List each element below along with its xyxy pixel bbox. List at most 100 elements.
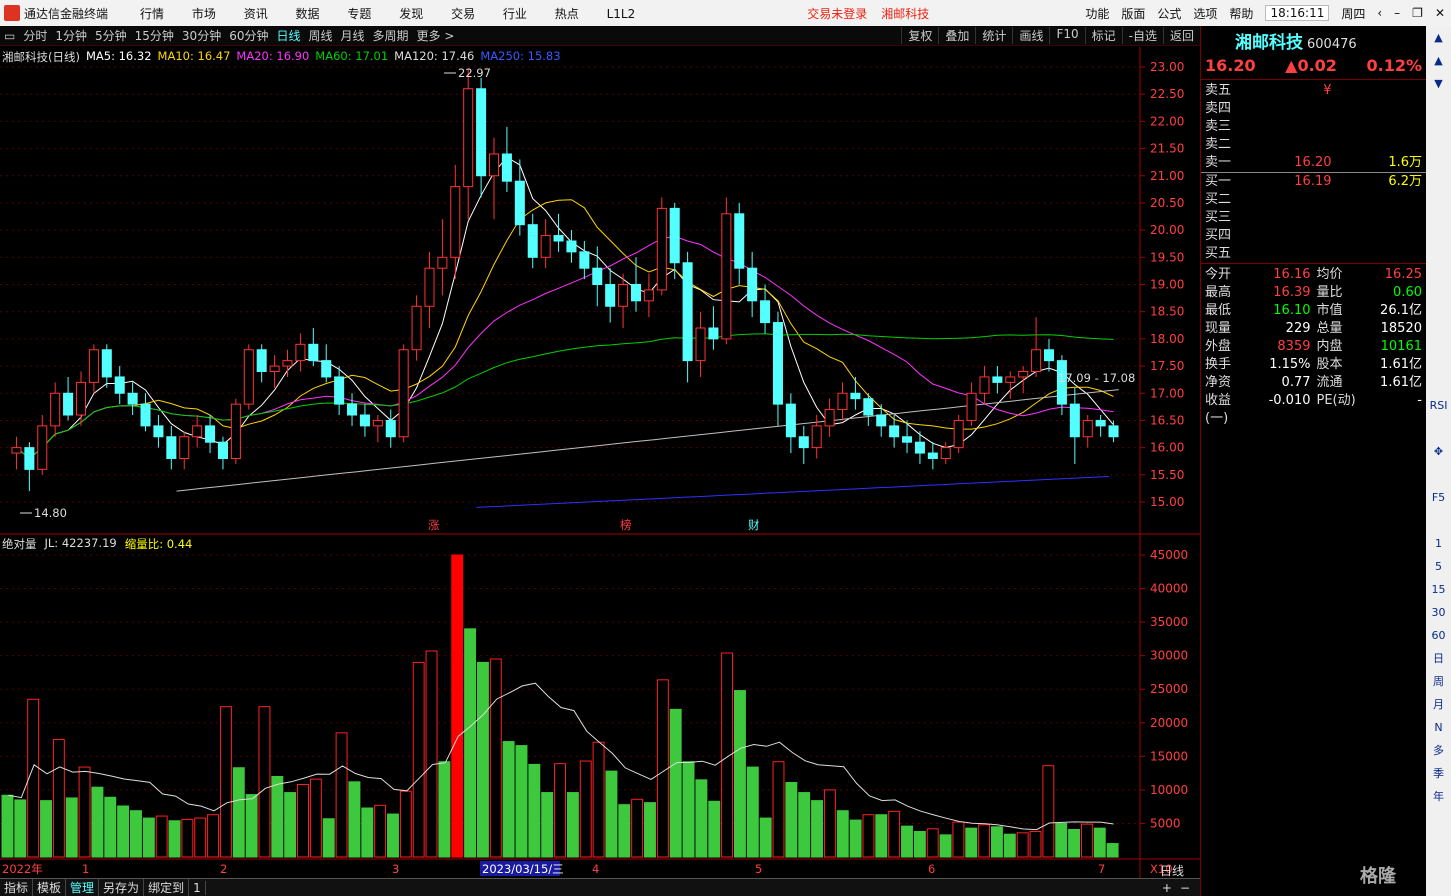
period-tab[interactable]: 30分钟 (182, 29, 221, 43)
period-tab[interactable]: 日线 (276, 29, 300, 43)
quote-cell (1332, 82, 1423, 100)
sidebar-tool-icon[interactable]: 60 (1426, 624, 1451, 647)
candle-body (747, 267, 758, 302)
sidebar-tool-icon[interactable] (1426, 164, 1451, 187)
toolbar-button[interactable]: 复权 (901, 27, 938, 44)
sidebar-tool-icon[interactable]: 季 (1426, 762, 1451, 785)
period-tab[interactable]: 1分钟 (55, 29, 87, 43)
back-arrow-icon[interactable]: ‹ (1377, 6, 1382, 20)
period-tab[interactable]: 60分钟 (229, 29, 268, 43)
menu-help[interactable]: 帮助 (1229, 5, 1253, 22)
toolbar-button[interactable]: 返回 (1162, 27, 1200, 44)
sidebar-tool-icon[interactable]: 1 (1426, 532, 1451, 555)
period-tab[interactable]: 15分钟 (135, 29, 174, 43)
sidebar-tool-icon[interactable]: F5 (1426, 486, 1451, 509)
sidebar-tool-icon[interactable]: 15 (1426, 578, 1451, 601)
quote-row: 买二 (1201, 191, 1426, 209)
quote-cell: 买一 (1205, 174, 1232, 189)
tab-manage[interactable]: 管理 (66, 879, 100, 896)
menu-item[interactable]: 热点 (555, 7, 579, 21)
sidebar-tool-icon[interactable]: 周 (1426, 670, 1451, 693)
maximize-icon[interactable]: ❐ (1412, 6, 1423, 20)
menu-item[interactable]: 行业 (503, 7, 527, 21)
candle-body (476, 88, 487, 177)
sidebar-tool-icon[interactable]: 30 (1426, 601, 1451, 624)
tab-template[interactable]: 模板 (33, 879, 67, 896)
tab-number[interactable]: 1 (189, 880, 206, 895)
period-tab[interactable]: 更多 > (417, 29, 455, 43)
period-tab[interactable]: 月线 (341, 29, 365, 43)
sidebar-tool-icon[interactable] (1426, 256, 1451, 279)
period-tab[interactable]: 周线 (309, 29, 333, 43)
period-tab[interactable]: 多周期 (373, 29, 409, 43)
sidebar-tool-icon[interactable]: 日 (1426, 647, 1451, 670)
sidebar-tool-icon[interactable] (1426, 325, 1451, 348)
sidebar-tool-icon[interactable]: 月 (1426, 693, 1451, 716)
menu-item[interactable]: 发现 (399, 7, 423, 21)
zoom-out-icon[interactable]: − (1176, 881, 1200, 895)
quote-cell (1241, 136, 1332, 154)
toolbar-button[interactable]: 画线 (1012, 27, 1049, 44)
sidebar-tool-icon[interactable] (1426, 417, 1451, 440)
tab-bind[interactable]: 绑定到 (144, 879, 190, 896)
sidebar-tool-icon[interactable] (1426, 509, 1451, 532)
quote-cell: 外盘 (1205, 339, 1232, 354)
trade-status[interactable]: 交易未登录 (807, 5, 867, 22)
sidebar-tool-icon[interactable] (1426, 233, 1451, 256)
sidebar-tool-icon[interactable]: ▲ (1426, 26, 1451, 49)
sidebar-tool-icon[interactable]: 年 (1426, 785, 1451, 808)
zoom-in-icon[interactable]: + (1158, 881, 1176, 895)
menu-options[interactable]: 选项 (1193, 5, 1217, 22)
tab-save-as[interactable]: 另存为 (99, 879, 145, 896)
sidebar-tool-icon[interactable] (1426, 371, 1451, 394)
menu-item[interactable]: 资讯 (244, 7, 268, 21)
candle-body (850, 392, 861, 400)
sidebar-tool-icon[interactable]: ✥ (1426, 440, 1451, 463)
toolbar-button[interactable]: F10 (1049, 27, 1084, 44)
toolbar-button[interactable]: 叠加 (938, 27, 975, 44)
sidebar-tool-icon[interactable] (1426, 348, 1451, 371)
kline-chart[interactable]: 23.00 22.50 22.00 21.50 21.00 20.50 20.00 19.50… (0, 47, 1200, 878)
sidebar-tool-icon[interactable] (1426, 95, 1451, 118)
sidebar-tool-icon[interactable] (1426, 210, 1451, 233)
sidebar-tool-icon[interactable] (1426, 187, 1451, 210)
sidebar-tool-icon[interactable]: 多 (1426, 739, 1451, 762)
sidebar-tool-icon[interactable] (1426, 118, 1451, 141)
sidebar-tool-icon[interactable] (1426, 141, 1451, 164)
menu-item[interactable]: L1L2 (607, 7, 636, 21)
quote-cell: 16.16 (1273, 267, 1311, 282)
menu-item[interactable]: 行情 (140, 7, 164, 21)
sidebar-tool-icon[interactable] (1426, 279, 1451, 302)
toolbar-menu-icon[interactable]: ▭ (0, 29, 19, 43)
quote-cell: ¥ (1323, 83, 1332, 98)
menu-item[interactable]: 数据 (296, 7, 320, 21)
volume-tick-label: 40000 (1150, 582, 1188, 596)
period-tab[interactable]: 分时 (23, 29, 47, 43)
sidebar-tool-icon[interactable]: RSI (1426, 394, 1451, 417)
volume-bar (387, 813, 399, 858)
menu-item[interactable]: 市场 (192, 7, 216, 21)
minimize-icon[interactable]: – (1394, 6, 1400, 20)
toolbar-button[interactable]: 标记 (1084, 27, 1122, 44)
quote-panel: 湘邮科技 600476 16.20 ▲0.02 0.12% 卖五 ¥ 卖四 卖三 卖二卖… (1200, 26, 1426, 896)
menu-function[interactable]: 功能 (1085, 5, 1109, 22)
close-icon[interactable]: ✕ (1435, 6, 1445, 20)
toolbar-button[interactable]: -自选 (1121, 27, 1163, 44)
sidebar-tool-icon[interactable]: N (1426, 716, 1451, 739)
tab-indicator[interactable]: 指标 (0, 879, 34, 896)
sidebar-tool-icon[interactable] (1426, 463, 1451, 486)
quote-cell: 量比 (1316, 285, 1343, 300)
menu-layout[interactable]: 版面 (1121, 5, 1145, 22)
menu-item[interactable]: 交易 (451, 7, 475, 21)
candle-body (217, 441, 228, 459)
sidebar-tool-icon[interactable]: ▼ (1426, 72, 1451, 95)
candle-body (708, 327, 719, 340)
period-tab[interactable]: 5分钟 (95, 29, 127, 43)
menu-formula[interactable]: 公式 (1157, 5, 1181, 22)
sidebar-tool-icon[interactable]: 5 (1426, 555, 1451, 578)
toolbar-button[interactable]: 统计 (975, 27, 1012, 44)
menu-item[interactable]: 专题 (347, 7, 371, 21)
volume-bar (913, 830, 926, 858)
sidebar-tool-icon[interactable] (1426, 302, 1451, 325)
sidebar-tool-icon[interactable]: ▲ (1426, 49, 1451, 72)
